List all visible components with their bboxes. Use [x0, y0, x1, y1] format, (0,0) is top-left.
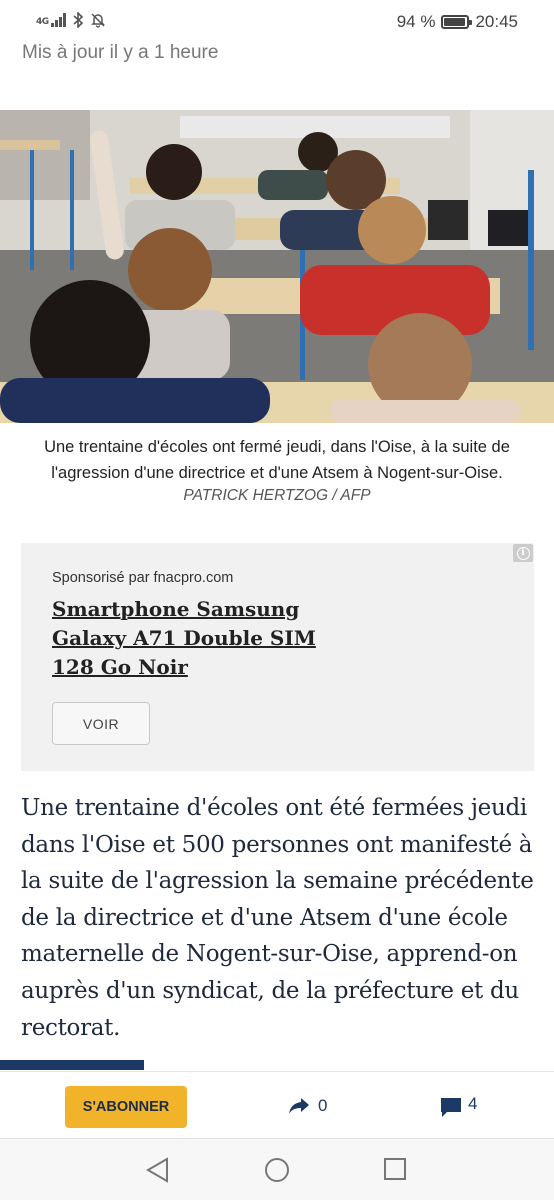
ad-view-button[interactable]: VOIR	[52, 702, 150, 745]
reading-progress-fill	[0, 1060, 145, 1070]
article-body: Une trentaine d'écoles ont été fermées j…	[21, 795, 534, 1041]
share-button[interactable]: 0	[288, 1096, 327, 1116]
updated-timestamp: Mis à jour il y a 1 heure	[22, 42, 219, 63]
photo-credit: PATRICK HERTZOG / AFP	[183, 487, 371, 504]
clock: 20:45	[475, 12, 518, 31]
home-icon[interactable]	[264, 1157, 290, 1183]
recents-icon[interactable]	[383, 1157, 407, 1181]
battery-percent: 94 %	[396, 12, 436, 31]
info-icon: i	[516, 546, 530, 560]
comments-button[interactable]: 4	[440, 1094, 478, 1118]
comment-icon	[441, 1098, 461, 1117]
comment-count: 4	[468, 1094, 478, 1113]
status-icons-left: 4G	[36, 12, 106, 28]
ad-info-button[interactable]: i	[513, 544, 533, 562]
back-icon[interactable]	[146, 1157, 170, 1183]
reading-progress-bar	[0, 1060, 554, 1070]
ad-title-link[interactable]: Smartphone Samsung Galaxy A71 Double SIM…	[52, 595, 352, 682]
network-type: 4G	[36, 17, 49, 27]
bluetooth-icon	[73, 12, 83, 28]
status-bar: 4G 94 % 20:45	[0, 0, 554, 44]
battery-icon	[441, 15, 473, 29]
photo-caption: Une trentaine d'écoles ont fermé jeudi, …	[44, 438, 510, 482]
share-icon	[289, 1098, 309, 1114]
ad-sponsor: Sponsorisé par fnacpro.com	[52, 570, 234, 586]
subscribe-button[interactable]: S'ABONNER	[65, 1086, 187, 1128]
system-nav-bar	[0, 1138, 554, 1200]
share-count: 0	[318, 1096, 328, 1115]
article-photo	[0, 110, 554, 423]
signal-icon: 4G	[36, 13, 66, 27]
notifications-off-icon	[90, 13, 105, 28]
article-action-bar: S'ABONNER 0 4	[0, 1071, 554, 1137]
status-icons-right: 94 % 20:45	[397, 12, 518, 32]
sponsored-ad[interactable]: i Sponsorisé par fnacpro.com Smartphone …	[21, 543, 534, 771]
